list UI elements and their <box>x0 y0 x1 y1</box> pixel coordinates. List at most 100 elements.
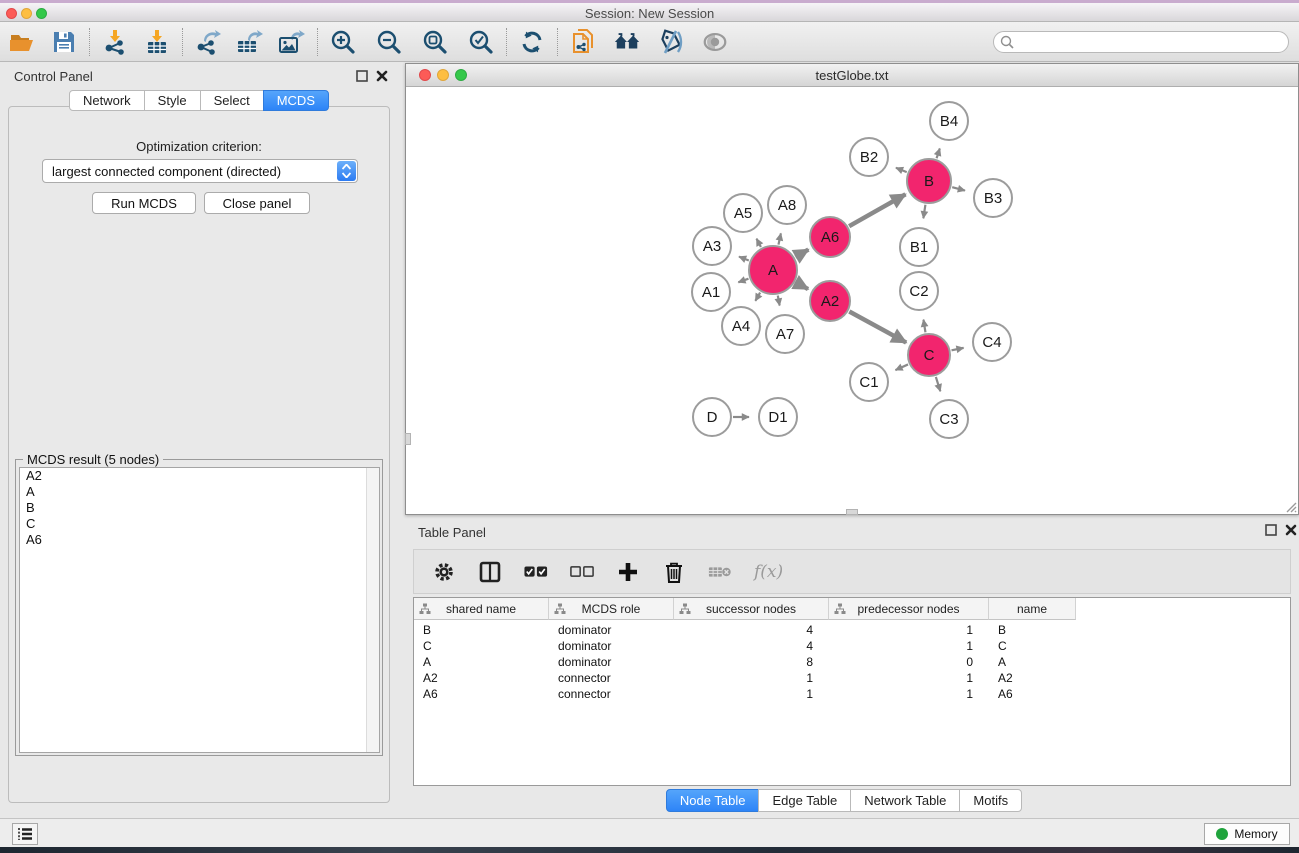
graph-node-A5[interactable]: A5 <box>724 194 762 232</box>
import-network-icon[interactable] <box>101 28 129 56</box>
graph-edge-A-A8[interactable] <box>778 233 780 244</box>
network-canvas[interactable]: B4B2BB3A8A5A6A3B1AA1C2A2A4A7C4CC1C3DD1 <box>407 87 1299 515</box>
graph-edge-A-A1[interactable] <box>738 279 748 283</box>
graph-node-B[interactable]: B <box>907 159 951 203</box>
tab-network[interactable]: Network <box>69 90 145 111</box>
vertical-scroll-nub[interactable] <box>405 433 411 445</box>
select-all-columns-icon[interactable] <box>524 560 548 584</box>
clone-network-icon[interactable] <box>569 28 597 56</box>
table-cell[interactable]: A <box>414 654 549 670</box>
column-header-predecessor-nodes[interactable]: predecessor nodes <box>829 598 989 620</box>
table-row[interactable]: Cdominator41C <box>414 638 1290 654</box>
graph-node-D1[interactable]: D1 <box>759 398 797 436</box>
table-row[interactable]: A6connector11A6 <box>414 686 1290 702</box>
table-cell[interactable]: A2 <box>414 670 549 686</box>
column-header-shared-name[interactable]: shared name <box>414 598 549 620</box>
mcds-result-item[interactable]: B <box>20 500 379 516</box>
graph-edge-B-B1[interactable] <box>923 205 925 219</box>
table-row[interactable]: Adominator80A <box>414 654 1290 670</box>
criterion-dropdown[interactable]: largest connected component (directed) <box>42 159 358 183</box>
log-console-button[interactable] <box>12 823 38 845</box>
graph-edge-A2-C[interactable] <box>849 312 906 343</box>
table-cell[interactable]: 1 <box>829 622 989 638</box>
graph-node-A3[interactable]: A3 <box>693 227 731 265</box>
mcds-result-item[interactable]: C <box>20 516 379 532</box>
mcds-result-item[interactable]: A2 <box>20 468 379 484</box>
close-panel-button[interactable]: Close panel <box>204 192 310 214</box>
delete-column-trash-icon[interactable] <box>662 560 686 584</box>
graph-edge-A-A6[interactable] <box>796 250 809 257</box>
mcds-result-item[interactable]: A <box>20 484 379 500</box>
save-session-icon[interactable] <box>50 28 78 56</box>
graph-node-B1[interactable]: B1 <box>900 228 938 266</box>
table-cell[interactable]: A6 <box>989 686 1076 702</box>
graph-node-B3[interactable]: B3 <box>974 179 1012 217</box>
zoom-out-icon[interactable] <box>375 28 403 56</box>
graph-node-C1[interactable]: C1 <box>850 363 888 401</box>
graph-edge-B-B2[interactable] <box>896 168 907 172</box>
graph-edge-A-A4[interactable] <box>755 293 760 301</box>
hide-labels-icon[interactable] <box>657 28 685 56</box>
table-cell[interactable]: A2 <box>989 670 1076 686</box>
column-header-mcds-role[interactable]: MCDS role <box>549 598 674 620</box>
graph-node-A[interactable]: A <box>749 246 797 294</box>
graph-node-C4[interactable]: C4 <box>973 323 1011 361</box>
close-panel-icon[interactable] <box>376 70 388 82</box>
table-cell[interactable]: 4 <box>674 622 829 638</box>
graph-edge-C-C1[interactable] <box>895 364 908 370</box>
tab-select[interactable]: Select <box>200 90 264 111</box>
graph-node-A8[interactable]: A8 <box>768 186 806 224</box>
graph-node-D[interactable]: D <box>693 398 731 436</box>
table-row[interactable]: Bdominator41B <box>414 622 1290 638</box>
zoom-fit-icon[interactable] <box>421 28 449 56</box>
zoom-in-icon[interactable] <box>329 28 357 56</box>
graph-edge-A-A2[interactable] <box>796 282 808 289</box>
column-header-name[interactable]: name <box>989 598 1076 620</box>
graph-node-A6[interactable]: A6 <box>810 217 850 257</box>
table-cell[interactable]: 1 <box>829 638 989 654</box>
table-cell[interactable]: dominator <box>549 638 674 654</box>
graph-node-A1[interactable]: A1 <box>692 273 730 311</box>
table-cell[interactable]: 8 <box>674 654 829 670</box>
table-cell[interactable]: dominator <box>549 654 674 670</box>
float-panel-icon[interactable] <box>356 70 368 82</box>
graph-node-A2[interactable]: A2 <box>810 281 850 321</box>
show-graphics-details-icon[interactable] <box>701 28 729 56</box>
graph-edge-C-C3[interactable] <box>936 377 940 391</box>
graph-node-B4[interactable]: B4 <box>930 102 968 140</box>
tab-motifs[interactable]: Motifs <box>959 789 1022 812</box>
table-cell[interactable]: B <box>989 622 1076 638</box>
table-cell[interactable]: 1 <box>829 686 989 702</box>
table-cell[interactable]: 1 <box>829 670 989 686</box>
graph-edge-B-B4[interactable] <box>937 149 940 159</box>
export-network-icon[interactable] <box>194 28 222 56</box>
export-table-icon[interactable] <box>236 28 264 56</box>
graph-node-C[interactable]: C <box>908 334 950 376</box>
table-cell[interactable]: A6 <box>414 686 549 702</box>
table-cell[interactable]: B <box>414 622 549 638</box>
ndex-browse-icon[interactable] <box>613 28 641 56</box>
table-cell[interactable]: 0 <box>829 654 989 670</box>
tab-edge-table[interactable]: Edge Table <box>758 789 851 812</box>
open-session-icon[interactable] <box>8 28 36 56</box>
tab-network-table[interactable]: Network Table <box>850 789 960 812</box>
refresh-icon[interactable] <box>518 28 546 56</box>
close-table-panel-icon[interactable] <box>1285 524 1297 536</box>
graph-edge-B-B3[interactable] <box>952 187 965 190</box>
graph-node-B2[interactable]: B2 <box>850 138 888 176</box>
table-cell[interactable]: C <box>414 638 549 654</box>
table-row[interactable]: A2connector11A2 <box>414 670 1290 686</box>
show-columns-icon[interactable] <box>478 560 502 584</box>
graph-edge-A6-B[interactable] <box>849 194 905 226</box>
table-cell[interactable]: C <box>989 638 1076 654</box>
list-scrollbar[interactable] <box>366 468 379 752</box>
graph-node-A4[interactable]: A4 <box>722 307 760 345</box>
tab-node-table[interactable]: Node Table <box>666 789 760 812</box>
table-cell[interactable]: connector <box>549 670 674 686</box>
table-cell[interactable]: 1 <box>674 686 829 702</box>
table-cell[interactable]: 1 <box>674 670 829 686</box>
table-cell[interactable]: 4 <box>674 638 829 654</box>
export-image-icon[interactable] <box>278 28 306 56</box>
graph-edge-C-C2[interactable] <box>923 320 925 333</box>
table-cell[interactable]: dominator <box>549 622 674 638</box>
